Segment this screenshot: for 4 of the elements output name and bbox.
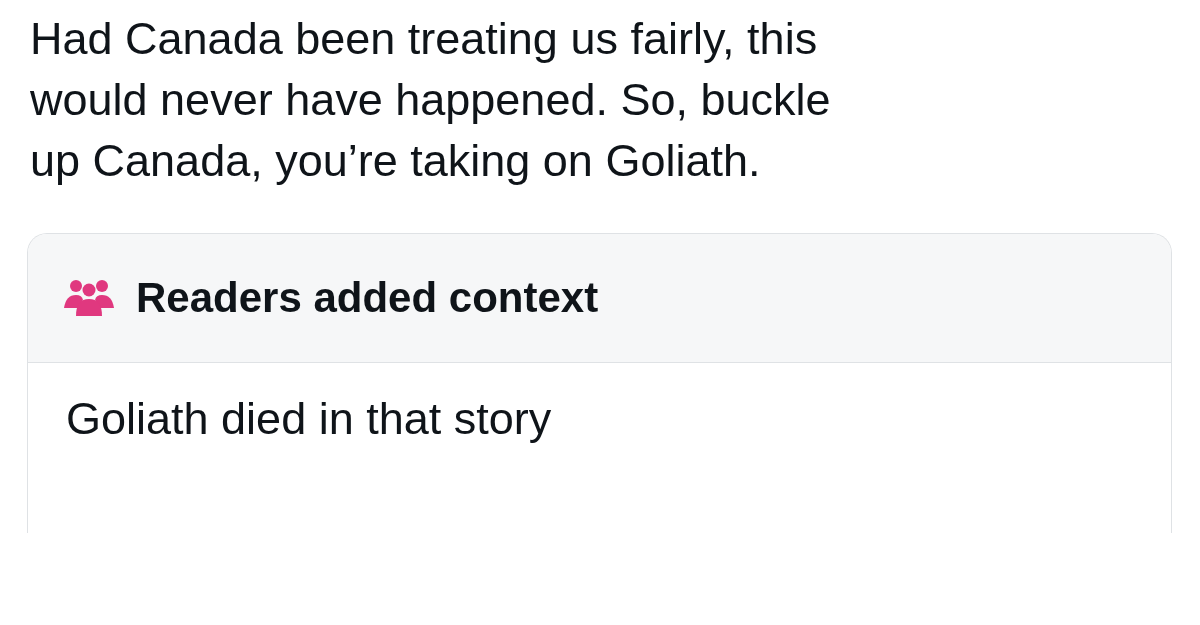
note-heading: Readers added context xyxy=(136,274,599,322)
post-text: Had Canada been treating us fairly, this would never have happened. So, buckle up Canada, you’re taking on Goliath. xyxy=(29,12,832,188)
note-text: Goliath died in that story xyxy=(66,393,552,444)
people-icon xyxy=(64,278,114,318)
